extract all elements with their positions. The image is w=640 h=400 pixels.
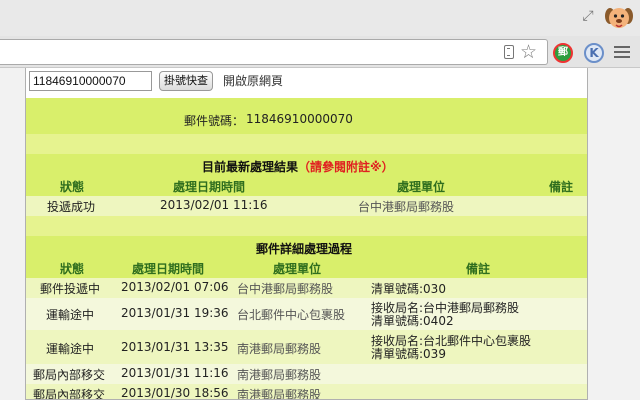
table-row: 郵件投遞中 2013/02/01 07:06 台中港郵局郵務股 清單號碼:030 [26, 278, 587, 298]
col-unit: 處理單位 [397, 180, 446, 194]
address-bar[interactable]: ☆ [0, 39, 548, 65]
details-header-row: 狀態 處理日期時間 處理單位 備註 [26, 258, 587, 278]
spacer-row [26, 216, 587, 236]
row-datetime: 2013/01/31 19:36 [121, 306, 229, 320]
row-remark: 清單號碼:030 [371, 282, 446, 296]
latest-result-title: 目前最新處理結果 [202, 160, 299, 174]
col-status: 狀態 [60, 262, 85, 276]
bookmark-star-icon[interactable]: ☆ [520, 41, 537, 63]
row-datetime: 2013/01/31 11:16 [121, 366, 229, 380]
row-status: 運輸途中 [46, 308, 95, 322]
window-titlebar: ⤢ [0, 0, 640, 36]
row-remark-receiver: 接收局名:台中港郵局郵務股 [371, 301, 520, 315]
latest-datetime: 2013/02/01 11:16 [160, 198, 268, 212]
row-remark-receiver: 接收局名:台北郵件中心包裹股 [371, 334, 532, 348]
tracking-results: 郵件號碼： 11846910000070 目前最新處理結果（請參閱附註※） 狀態… [26, 98, 587, 400]
extension-popup: 掛號快查 開啟原網頁 郵件號碼： 11846910000070 目前最新處理結果… [25, 68, 588, 400]
row-status: 郵件投遞中 [40, 282, 101, 296]
see-note-text: （請參閱附註※） [298, 160, 394, 174]
latest-status: 投遞成功 [47, 200, 96, 214]
latest-header-row: 狀態 處理日期時間 處理單位 備註 [26, 176, 587, 196]
row-unit: 南港郵局郵務股 [237, 368, 322, 382]
details-title-row: 郵件詳細處理過程 [26, 236, 587, 258]
row-unit: 南港郵局郵務股 [237, 388, 322, 400]
menu-icon[interactable] [614, 46, 630, 60]
table-row: 郵局內部移交 2013/01/30 18:56 南港郵局郵務股 [26, 384, 587, 400]
latest-title-row: 目前最新處理結果（請參閱附註※） [26, 154, 587, 176]
spacer-row [26, 134, 587, 154]
row-datetime: 2013/01/31 13:35 [121, 340, 229, 354]
row-datetime: 2013/02/01 07:06 [121, 280, 229, 294]
browser-toolbar: ☆ [0, 36, 640, 68]
latest-unit: 台中港郵局郵務股 [358, 200, 455, 214]
parcel-number-label: 郵件號碼： [184, 114, 245, 128]
row-status: 郵局內部移交 [33, 368, 106, 382]
col-datetime: 處理日期時間 [173, 180, 246, 194]
details-title: 郵件詳細處理過程 [256, 242, 353, 256]
page-action-icon[interactable] [504, 45, 514, 59]
fullscreen-icon[interactable]: ⤢ [580, 8, 596, 24]
popup-header: 掛號快查 開啟原網頁 [26, 68, 587, 98]
col-remark: 備註 [466, 262, 491, 276]
open-original-page-link[interactable]: 開啟原網頁 [223, 72, 283, 90]
row-datetime: 2013/01/30 18:56 [121, 386, 229, 400]
row-remark-list: 清單號碼:039 [371, 347, 446, 361]
profile-avatar[interactable] [604, 3, 634, 33]
col-status: 狀態 [60, 180, 85, 194]
col-remark: 備註 [549, 180, 574, 194]
k-extension-icon[interactable]: K [584, 43, 604, 63]
table-row: 運輸途中 2013/01/31 13:35 南港郵局郵務股 接收局名:台北郵件中… [26, 330, 587, 364]
table-row: 郵局內部移交 2013/01/31 11:16 南港郵局郵務股 [26, 364, 587, 384]
quick-query-button[interactable]: 掛號快查 [159, 71, 213, 91]
row-unit: 台中港郵局郵務股 [237, 282, 334, 296]
col-unit: 處理單位 [273, 262, 322, 276]
col-datetime: 處理日期時間 [132, 262, 205, 276]
latest-data-row: 投遞成功 2013/02/01 11:16 台中港郵局郵務股 [26, 196, 587, 216]
row-remark-list: 清單號碼:0402 [371, 314, 454, 328]
tracking-number-input[interactable] [29, 71, 152, 91]
post-tracking-extension-icon[interactable]: 郵 [553, 43, 573, 63]
row-unit: 南港郵局郵務股 [237, 342, 322, 356]
row-status: 運輸途中 [46, 342, 95, 356]
parcel-number-value: 11846910000070 [246, 112, 353, 126]
table-row: 運輸途中 2013/01/31 19:36 台北郵件中心包裹股 接收局名:台中港… [26, 298, 587, 330]
row-status: 郵局內部移交 [33, 388, 106, 400]
parcel-number-row: 郵件號碼： 11846910000070 [26, 98, 587, 134]
row-unit: 台北郵件中心包裹股 [237, 308, 346, 322]
